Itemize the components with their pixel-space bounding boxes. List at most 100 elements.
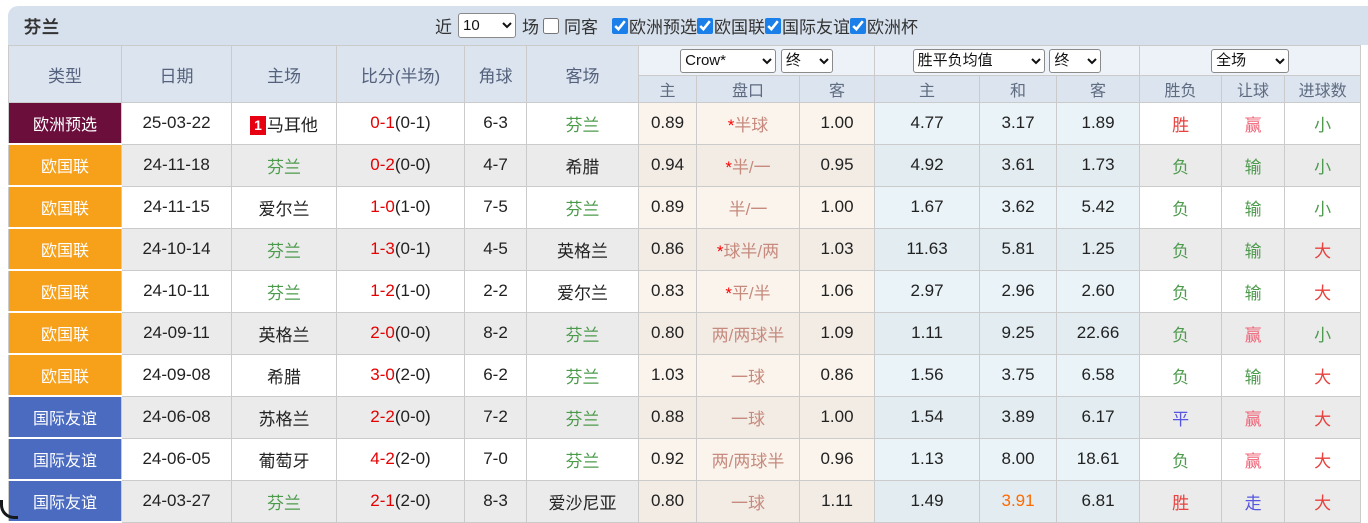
goals-cell: 大 bbox=[1284, 437, 1362, 481]
sub-header-crow-home: 主 bbox=[638, 75, 697, 103]
fulltime-score: 2-2 bbox=[370, 407, 395, 426]
avg-home-cell: 1.56 bbox=[874, 353, 981, 397]
page-corner-decoration bbox=[0, 500, 18, 519]
halftime-score: (0-0) bbox=[394, 155, 431, 174]
home-team-name: 爱尔兰 bbox=[258, 199, 310, 219]
handicap-text: 半/一 bbox=[728, 199, 768, 219]
filter-checkbox-0[interactable] bbox=[612, 17, 628, 34]
table-row: 国际友谊 24-06-05 葡萄牙 4-2(2-0) 7-0 芬兰 0.92 两/两球半 0.9… bbox=[8, 437, 1362, 481]
handicap-cell: 一球 bbox=[696, 479, 800, 523]
away-team-cell: 希腊 bbox=[526, 143, 639, 187]
goals-cell: 小 bbox=[1284, 185, 1362, 229]
crow-home-odds-cell: 0.94 bbox=[638, 143, 697, 187]
crow-away-odds-cell: 1.11 bbox=[798, 479, 876, 523]
handicap-result-cell: 输 bbox=[1221, 269, 1286, 313]
filter-label: 欧国联 bbox=[714, 18, 765, 37]
halftime-score: (2-0) bbox=[394, 449, 431, 468]
corners-cell: 7-5 bbox=[464, 185, 527, 229]
goals-cell: 小 bbox=[1284, 143, 1362, 187]
home-team-cell: 苏格兰 bbox=[231, 395, 337, 439]
corners-cell: 7-0 bbox=[464, 437, 527, 481]
col-header-score: 比分(半场) bbox=[336, 45, 465, 103]
filter-checkbox-3[interactable] bbox=[850, 17, 866, 34]
handicap-star: * bbox=[725, 283, 732, 303]
avg-home-cell: 2.97 bbox=[874, 269, 981, 313]
avg-draw-cell: 9.25 bbox=[979, 311, 1058, 355]
handicap-cell: *半/一 bbox=[696, 143, 800, 187]
filter-label: 国际友谊 bbox=[782, 18, 850, 37]
result-cell: 负 bbox=[1139, 311, 1223, 355]
bookmaker-group-header: Crow* 终 bbox=[637, 45, 876, 76]
date-cell: 24-09-11 bbox=[121, 311, 232, 355]
type-cell: 国际友谊 bbox=[8, 479, 122, 523]
score-cell: 4-2(2-0) bbox=[336, 437, 465, 481]
avg-away-cell: 6.17 bbox=[1056, 395, 1141, 439]
bookmaker-select[interactable]: Crow* bbox=[680, 48, 777, 73]
crow-away-odds-cell: 0.86 bbox=[798, 353, 876, 397]
score-cell: 0-1(0-1) bbox=[336, 102, 465, 145]
home-team-cell: 英格兰 bbox=[231, 311, 337, 355]
crow-home-odds-cell: 0.80 bbox=[638, 479, 697, 523]
avg-away-cell: 2.60 bbox=[1056, 269, 1141, 313]
result-cell: 负 bbox=[1139, 185, 1223, 229]
corners-cell: 2-2 bbox=[464, 269, 527, 313]
filter-item: 国际友谊 bbox=[765, 13, 850, 38]
avg-home-cell: 1.49 bbox=[874, 479, 981, 523]
same-away-checkbox[interactable] bbox=[543, 17, 559, 34]
handicap-text: 半球 bbox=[734, 115, 769, 135]
avg-away-cell: 22.66 bbox=[1056, 311, 1141, 355]
avg-away-cell: 5.42 bbox=[1056, 185, 1141, 229]
match-history-panel: 芬兰 近 10 场 同客 欧洲预选 欧国联 国际友谊 欧洲杯 类型 日期 主场 比分(… bbox=[8, 6, 1368, 523]
fulltime-scope-select[interactable]: 全场 bbox=[1211, 48, 1290, 73]
col-header-type: 类型 bbox=[8, 45, 122, 103]
avg-draw-cell: 3.61 bbox=[979, 143, 1058, 187]
away-team-name: 芬兰 bbox=[565, 451, 600, 471]
corners-cell: 4-5 bbox=[464, 227, 527, 271]
away-team-cell: 芬兰 bbox=[526, 353, 639, 397]
home-team-name: 芬兰 bbox=[267, 283, 301, 303]
filter-checkbox-1[interactable] bbox=[697, 17, 713, 34]
crow-away-odds-cell: 1.00 bbox=[798, 102, 876, 145]
home-team-cell: 爱尔兰 bbox=[231, 185, 337, 229]
fulltime-score: 4-2 bbox=[370, 449, 395, 468]
home-team-cell: 芬兰 bbox=[231, 269, 337, 313]
handicap-cell: 半/一 bbox=[696, 185, 800, 229]
sub-header-avg-home: 主 bbox=[874, 75, 981, 103]
fulltime-score: 2-0 bbox=[370, 323, 395, 342]
fulltime-score: 0-2 bbox=[370, 155, 395, 174]
col-header-corners: 角球 bbox=[464, 45, 527, 103]
date-cell: 24-09-08 bbox=[121, 353, 232, 397]
score-cell: 1-2(1-0) bbox=[336, 269, 465, 313]
crow-home-odds-cell: 0.89 bbox=[638, 185, 697, 229]
date-cell: 24-06-05 bbox=[121, 437, 232, 481]
score-cell: 0-2(0-0) bbox=[336, 143, 465, 187]
result-cell: 负 bbox=[1139, 437, 1223, 481]
score-cell: 2-1(2-0) bbox=[336, 479, 465, 523]
home-team-name: 葡萄牙 bbox=[258, 451, 310, 471]
bookmaker-stage-select[interactable]: 终 bbox=[780, 48, 833, 73]
avg-home-cell: 4.92 bbox=[874, 143, 981, 187]
type-cell: 欧洲预选 bbox=[8, 102, 122, 145]
result-cell: 平 bbox=[1139, 395, 1223, 439]
type-cell: 欧国联 bbox=[8, 227, 122, 271]
home-team-cell: 芬兰 bbox=[231, 479, 337, 523]
filter-checkbox-2[interactable] bbox=[765, 17, 781, 34]
handicap-result-cell: 赢 bbox=[1221, 437, 1286, 481]
crow-away-odds-cell: 1.00 bbox=[798, 395, 876, 439]
avg-select[interactable]: 胜平负均值 bbox=[912, 48, 1045, 73]
avg-stage-select[interactable]: 终 bbox=[1049, 48, 1102, 73]
score-cell: 2-2(0-0) bbox=[336, 395, 465, 439]
handicap-text: 两/两球半 bbox=[711, 325, 785, 345]
away-team-name: 英格兰 bbox=[557, 241, 608, 261]
away-team-cell: 芬兰 bbox=[526, 395, 639, 439]
corners-cell: 7-2 bbox=[464, 395, 527, 439]
fulltime-score: 3-0 bbox=[370, 365, 395, 384]
sub-header-handicap: 盘口 bbox=[696, 75, 800, 103]
halftime-score: (1-0) bbox=[394, 281, 431, 300]
handicap-star: * bbox=[725, 157, 732, 177]
fulltime-score: 1-2 bbox=[370, 281, 395, 300]
avg-draw-cell: 3.91 bbox=[979, 479, 1058, 523]
recent-count-select[interactable]: 10 bbox=[458, 13, 516, 38]
goals-cell: 小 bbox=[1284, 102, 1362, 145]
type-cell: 欧国联 bbox=[8, 269, 122, 313]
